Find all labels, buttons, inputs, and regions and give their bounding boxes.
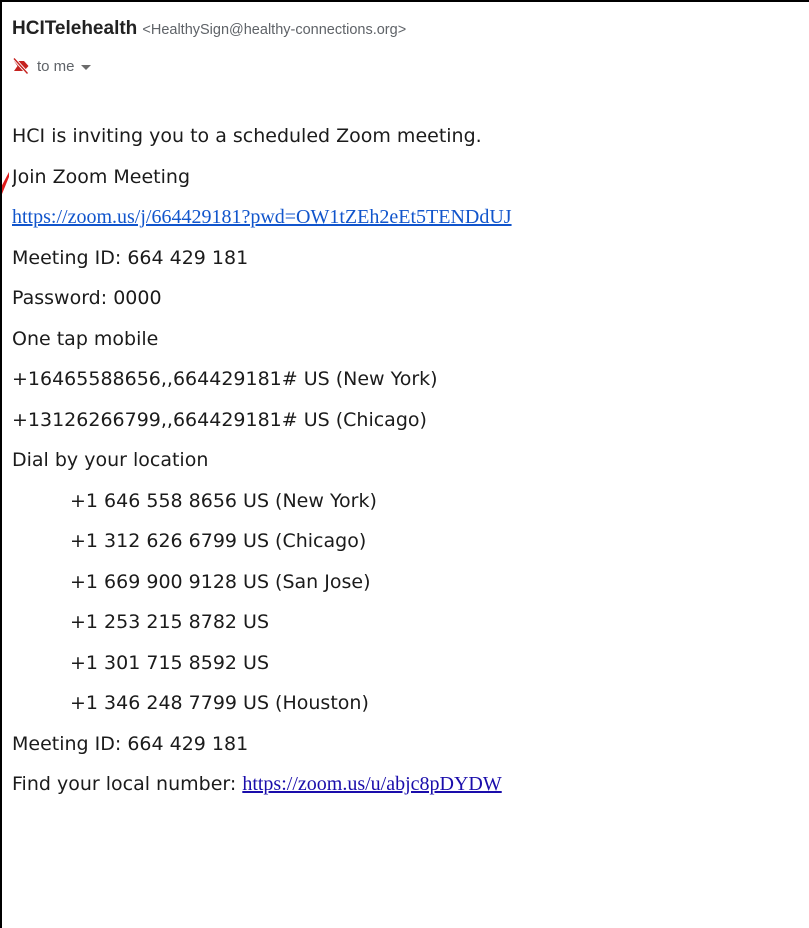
dial-number: +1 646 558 8656 US (New York): [70, 489, 377, 512]
dial-number: +1 253 215 8782 US: [70, 611, 270, 633]
email-message-panel: HCITelehealth <HealthySign@healthy-conne…: [0, 0, 809, 928]
meeting-id-line: Meeting ID: 664 429 181: [12, 246, 249, 269]
intro-line: HCI is inviting you to a scheduled Zoom …: [12, 125, 482, 147]
password-line: Password: 0000: [12, 287, 162, 309]
join-heading: Join Zoom Meeting: [12, 165, 191, 188]
dial-heading: Dial by your location: [12, 449, 209, 471]
join-link-line: https://zoom.us/j/664429181?pwd=OW1tZEh2…: [12, 197, 809, 238]
find-local-label: Find your local number:: [12, 773, 243, 795]
one-tap-number: +13126266799,,664429181# US (Chicago): [12, 408, 427, 431]
recipients-row: to me: [12, 55, 91, 77]
email-body: HCI is inviting you to a scheduled Zoom …: [12, 116, 809, 805]
zoom-join-link[interactable]: https://zoom.us/j/664429181?pwd=OW1tZEh2…: [12, 206, 512, 228]
email-header: HCITelehealth <HealthySign@healthy-conne…: [12, 16, 406, 43]
chevron-down-icon[interactable]: [80, 64, 91, 70]
annotation-arrow-mark: [2, 172, 9, 194]
dial-number: +1 301 715 8592 US: [70, 651, 270, 674]
meeting-id-line: Meeting ID: 664 429 181: [12, 732, 249, 755]
not-important-icon[interactable]: [12, 57, 30, 75]
sender-name[interactable]: HCITelehealth: [12, 18, 137, 39]
one-tap-number: +16465588656,,664429181# US (New York): [12, 368, 438, 390]
dial-number: +1 312 626 6799 US (Chicago): [70, 530, 367, 552]
dial-number: +1 669 900 9128 US (San Jose): [70, 570, 371, 593]
find-local-line: Find your local number: https://zoom.us/…: [12, 764, 809, 805]
to-me-label[interactable]: to me: [37, 58, 75, 75]
one-tap-heading: One tap mobile: [12, 327, 159, 350]
find-local-link[interactable]: https://zoom.us/u/abjc8pDYDW: [242, 773, 501, 795]
dial-number: +1 346 248 7799 US (Houston): [70, 692, 369, 714]
sender-email: <HealthySign@healthy-connections.org>: [142, 22, 407, 38]
